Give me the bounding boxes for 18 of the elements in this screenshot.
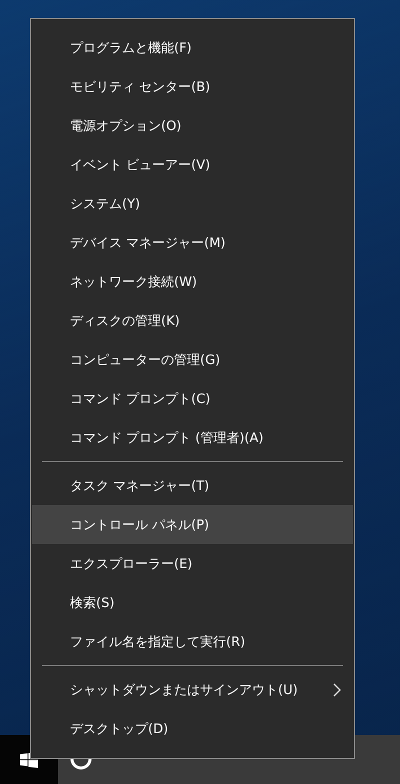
menu-item[interactable]: コマンド プロンプト (管理者)(A)	[32, 418, 353, 457]
menu-item[interactable]: ネットワーク接続(W)	[32, 262, 353, 301]
menu-item[interactable]: エクスプローラー(E)	[32, 544, 353, 583]
menu-item[interactable]: システム(Y)	[32, 184, 353, 223]
menu-item[interactable]: 検索(S)	[32, 583, 353, 622]
menu-item[interactable]: タスク マネージャー(T)	[32, 466, 353, 505]
menu-item[interactable]: シャットダウンまたはサインアウト(U)	[32, 670, 353, 709]
menu-item[interactable]: モビリティ センター(B)	[32, 67, 353, 106]
menu-item[interactable]: イベント ビューアー(V)	[32, 145, 353, 184]
menu-item[interactable]: コントロール パネル(P)	[32, 505, 353, 544]
menu-item[interactable]: プログラムと機能(F)	[32, 28, 353, 67]
menu-item[interactable]: デスクトップ(D)	[32, 709, 353, 748]
menu-item[interactable]: コマンド プロンプト(C)	[32, 379, 353, 418]
menu-item[interactable]: デバイス マネージャー(M)	[32, 223, 353, 262]
menu-item[interactable]: ディスクの管理(K)	[32, 301, 353, 340]
menu-item[interactable]: 電源オプション(O)	[32, 106, 353, 145]
menu-item[interactable]: ファイル名を指定して実行(R)	[32, 622, 353, 661]
menu-item[interactable]: コンピューターの管理(G)	[32, 340, 353, 379]
